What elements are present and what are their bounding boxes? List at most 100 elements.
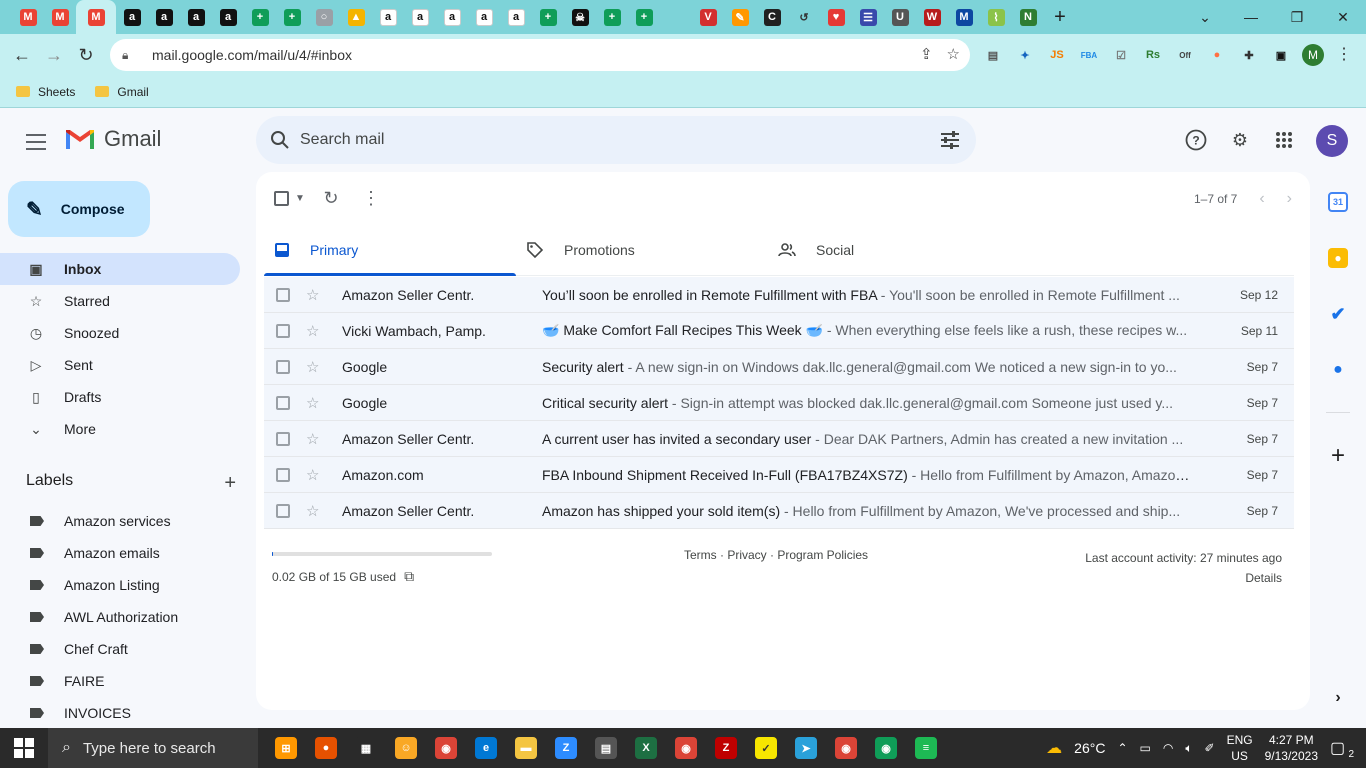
browser-tab[interactable]: N [1012,0,1044,34]
calendar-icon[interactable]: 31 [1328,192,1348,212]
label-item[interactable]: Amazon services [0,505,178,537]
browser-tab[interactable]: + [244,0,276,34]
browser-tab[interactable]: V [692,0,724,34]
browser-tab[interactable]: M [44,0,76,34]
battery-icon[interactable]: ▭ [1140,741,1151,755]
browser-tab[interactable]: ☠ [564,0,596,34]
search-icon[interactable] [270,130,290,150]
ext-rs-icon[interactable]: Rs [1142,44,1164,66]
bookmark-gmail[interactable]: Gmail [95,85,149,99]
select-dropdown-icon[interactable]: ▼ [289,188,311,208]
row-checkbox[interactable] [276,503,290,518]
lock-icon[interactable]: 🔒︎ [122,48,140,63]
email-row[interactable]: ☆ Google Security alert - A new sign-in on… [264,349,1294,385]
next-page-icon[interactable]: › [1287,190,1292,208]
chrome-profile-icon[interactable]: ◉ [866,728,906,768]
sidepanel-icon[interactable]: ▣ [1270,44,1292,66]
browser-tab[interactable]: a [148,0,180,34]
add-label-icon[interactable]: + [224,472,236,495]
telegram-icon[interactable]: ➤ [786,728,826,768]
main-menu-icon[interactable] [24,130,48,154]
star-icon[interactable]: ☆ [306,286,324,304]
back-icon[interactable]: ← [6,39,38,71]
open-external-icon[interactable]: ⧉ [404,568,414,585]
windows-start-icon[interactable] [14,738,34,763]
browser-tab[interactable]: ☰ [852,0,884,34]
show-side-panel-icon[interactable]: › [1328,688,1348,708]
browser-tab[interactable]: ⌇ [980,0,1012,34]
search-input[interactable]: Search mail [300,131,384,149]
minimize-icon[interactable]: — [1228,0,1274,34]
settings-gear-icon[interactable]: ⚙ [1226,126,1254,154]
browser-tab[interactable]: a [212,0,244,34]
label-item[interactable]: AWL Authorization [0,601,178,633]
browser-tab[interactable]: ▲ [340,0,372,34]
browser-tab[interactable]: a [180,0,212,34]
more-options-icon[interactable]: ⋮ [351,188,391,208]
help-icon[interactable]: ? [1182,126,1210,154]
ext-js-icon[interactable]: JS [1046,44,1068,66]
apps-grid-icon[interactable] [1270,126,1298,154]
ext-orange-icon[interactable]: ● [1206,44,1228,66]
browser-tab[interactable]: + [532,0,564,34]
chrome-icon[interactable]: ◉ [426,728,466,768]
restore-icon[interactable]: ❐ [1274,0,1320,34]
new-tab-icon[interactable]: + [1044,0,1076,34]
star-icon[interactable]: ☆ [306,502,324,520]
browser-tab[interactable]: a [372,0,404,34]
browser-tab[interactable]: a [500,0,532,34]
tab-search-icon[interactable]: ⌄ [1182,0,1228,34]
contacts-icon[interactable]: ● [1328,360,1348,380]
taskbar-search-input[interactable]: Type here to search [83,740,216,757]
row-checkbox[interactable] [276,359,290,374]
row-checkbox[interactable] [276,431,290,446]
profile-avatar[interactable]: M [1302,44,1324,66]
filezilla-icon[interactable]: Z [706,728,746,768]
details-link[interactable]: Details [1085,568,1282,588]
browser-tab[interactable]: + [596,0,628,34]
tasks-icon[interactable]: ✔ [1328,304,1348,324]
star-icon[interactable]: ☆ [306,466,324,484]
browser-tab[interactable] [660,0,692,34]
browser-tab[interactable]: + [276,0,308,34]
ext-fba-icon[interactable]: FBA [1078,44,1100,66]
nav-item-inbox[interactable]: ▣ Inbox [0,253,240,285]
volume-icon[interactable]: 🔈︎ [1185,741,1192,756]
tab-promotions[interactable]: Promotions [516,224,768,275]
search-options-icon[interactable] [940,130,960,150]
browser-tab[interactable]: W [916,0,948,34]
row-checkbox[interactable] [276,287,290,302]
select-all-checkbox[interactable] [274,190,289,206]
refresh-icon[interactable]: ↻ [311,188,351,208]
nav-item-starred[interactable]: ☆ Starred [0,285,240,317]
spotify-icon[interactable]: ≡ [906,728,946,768]
language-indicator[interactable]: ENG US [1227,732,1253,764]
browser-tab[interactable]: C [756,0,788,34]
gmail-logo[interactable]: Gmail [64,126,161,152]
puzzle-icon[interactable]: ✚ [1238,44,1260,66]
footer-links[interactable]: Terms · Privacy · Program Policies [684,548,868,562]
row-checkbox[interactable] [276,323,290,338]
clock[interactable]: 4:27 PM 9/13/2023 [1265,732,1318,764]
nav-item-snoozed[interactable]: ◷ Snoozed [0,317,240,349]
browser-tab[interactable]: a [436,0,468,34]
row-checkbox[interactable] [276,395,290,410]
ext-off-icon[interactable]: Off [1174,44,1196,66]
wifi-icon[interactable]: ◠ [1163,741,1173,755]
bookmark-star-icon[interactable]: ☆ [947,45,960,63]
label-item[interactable]: Amazon Listing [0,569,178,601]
chrome-profile-icon[interactable]: ◉ [826,728,866,768]
address-bar[interactable]: 🔒︎ mail.google.com/mail/u/4/#inbox ⇪ ☆ [110,39,970,71]
keep-icon[interactable]: ● [1328,248,1348,268]
forward-icon[interactable]: → [38,39,70,71]
browser-tab[interactable]: ♥ [820,0,852,34]
nav-item-sent[interactable]: ▷ Sent [0,349,240,381]
browser-tab[interactable]: U [884,0,916,34]
star-icon[interactable]: ☆ [306,358,324,376]
compose-button[interactable]: ✎ Compose [8,181,150,237]
browser-tab[interactable]: ✎ [724,0,756,34]
star-icon[interactable]: ☆ [306,394,324,412]
file-explorer-icon[interactable]: ▬ [506,728,546,768]
app-flowchart-icon[interactable]: ⊞ [266,728,306,768]
ext-dice-icon[interactable]: ✦ [1014,44,1036,66]
